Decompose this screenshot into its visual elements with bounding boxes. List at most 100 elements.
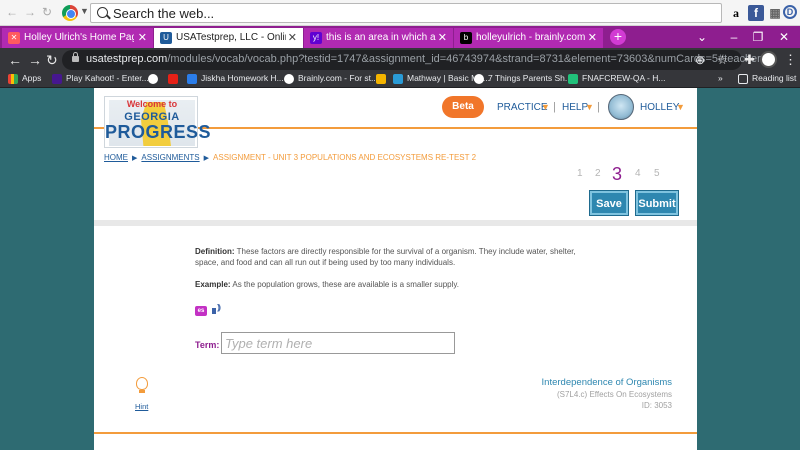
- hint-link[interactable]: Hint: [135, 402, 148, 411]
- chevron-down-icon[interactable]: ▼: [585, 102, 594, 112]
- bookmark-brainly[interactable]: Brainly.com - For st...: [284, 73, 379, 84]
- breadcrumb-assignments[interactable]: ASSIGNMENTS: [141, 153, 199, 162]
- bookmarks-overflow-icon[interactable]: »: [718, 73, 723, 83]
- bookmark-fnafcrew[interactable]: FNAFCREW-QA - H...: [568, 73, 666, 84]
- tab-label: holleyulrich - brainly.com: [476, 32, 586, 43]
- extension-d-icon[interactable]: D: [783, 5, 797, 19]
- apps-grid-icon: [8, 74, 18, 84]
- submit-button[interactable]: Submit: [635, 190, 679, 216]
- tab-label: USATestprep, LLC - Online State-: [176, 32, 286, 43]
- bookmark-label: FNAFCREW-QA - H...: [582, 73, 666, 83]
- bookmark-label: Reading list: [752, 73, 797, 83]
- github-icon: [148, 74, 158, 84]
- bookmark-label: 7 Things Parents Sh...: [488, 73, 572, 83]
- tab-yahoo-answer[interactable]: y! this is an area in which an organi ✕: [304, 28, 454, 48]
- pager-page-current[interactable]: 3: [612, 164, 622, 185]
- reload-icon[interactable]: ↻: [46, 52, 58, 69]
- amazon-icon[interactable]: a: [728, 5, 744, 21]
- logo-progress-text: PROGRESS: [105, 122, 212, 142]
- bookmark-7-things[interactable]: 7 Things Parents Sh...: [474, 73, 572, 84]
- profile-avatar[interactable]: [760, 51, 777, 68]
- lightbulb-icon[interactable]: [135, 377, 149, 395]
- example-label: Example:: [195, 280, 231, 289]
- chevron-down-icon[interactable]: ▼: [676, 102, 685, 112]
- tab-label: Holley Ulrich's Home Page: [24, 32, 134, 43]
- back-icon[interactable]: ←: [8, 52, 22, 68]
- pager-page-2[interactable]: 2: [595, 168, 601, 179]
- reading-list-icon: [738, 74, 748, 84]
- footer-divider: [94, 432, 697, 434]
- grid-icon[interactable]: ▦: [767, 5, 783, 21]
- host-toolbar: ← → ↻ ▼ Search the web... a f ▦ D: [0, 0, 800, 26]
- window-close-icon[interactable]: ✕: [768, 26, 800, 48]
- breadcrumb-arrow-icon: ▶: [203, 155, 210, 162]
- bookmark-apps[interactable]: Apps: [8, 73, 41, 84]
- example-text: As the population grows, these are avail…: [232, 280, 459, 289]
- chevron-down-icon[interactable]: ▼: [80, 6, 89, 16]
- bookmark-label: Brainly.com - For st...: [298, 73, 379, 83]
- chrome-logo-icon[interactable]: [62, 5, 78, 21]
- tab-usatestprep[interactable]: U USATestprep, LLC - Online State- ✕: [154, 28, 304, 48]
- extensions-puzzle-icon[interactable]: ✚: [744, 52, 755, 68]
- mathway-icon: [393, 74, 403, 84]
- georgia-progress-logo[interactable]: Welcome to GEORGIA PROGRESS: [104, 96, 212, 148]
- speaker-icon[interactable]: [211, 303, 225, 317]
- spanish-translate-icon[interactable]: es: [195, 306, 207, 316]
- url-path: /modules/vocab/vocab.php?testid=1747&ass…: [167, 53, 761, 65]
- topic-id: ID: 3053: [641, 401, 672, 410]
- forward-icon[interactable]: →: [28, 52, 42, 68]
- host-forward-icon[interactable]: →: [24, 5, 36, 19]
- term-label: Term:: [195, 340, 220, 350]
- host-back-icon[interactable]: ←: [6, 5, 18, 19]
- definition-block: Definition: These factors are directly r…: [195, 246, 590, 268]
- close-icon[interactable]: ✕: [588, 31, 597, 44]
- topic-title: Interdependence of Organisms: [541, 377, 672, 388]
- term-input[interactable]: [221, 332, 455, 354]
- definition-text: These factors are directly responsible f…: [195, 247, 576, 267]
- breadcrumb-current: ASSIGNMENT - UNIT 3 POPULATIONS AND ECOS…: [213, 153, 477, 162]
- beta-button[interactable]: Beta: [442, 96, 484, 118]
- host-search-box[interactable]: Search the web...: [90, 3, 722, 23]
- bookmark-label: Play Kahoot! - Enter...: [66, 73, 149, 83]
- url-text[interactable]: usatestprep.com/modules/vocab/vocab.php?…: [86, 53, 761, 65]
- breadcrumb: HOME ▶ ASSIGNMENTS ▶ ASSIGNMENT - UNIT 3 POP…: [104, 153, 476, 162]
- pager-page-4[interactable]: 4: [635, 168, 641, 179]
- close-icon[interactable]: ✕: [138, 31, 147, 44]
- tab-holley-home[interactable]: ✕ Holley Ulrich's Home Page ✕: [2, 28, 154, 48]
- nav-practice[interactable]: PRACTICE: [497, 102, 548, 113]
- nav-user-name[interactable]: HOLLEY: [640, 102, 679, 113]
- zoom-icon[interactable]: ⊕: [695, 53, 705, 67]
- pager-page-5[interactable]: 5: [654, 168, 660, 179]
- lock-icon: [72, 52, 79, 62]
- page-content: Welcome to GEORGIA PROGRESS Beta PRACTIC…: [94, 88, 697, 450]
- chevron-down-icon[interactable]: ▼: [541, 102, 550, 112]
- tab-favicon-icon: U: [160, 32, 172, 44]
- tab-brainly[interactable]: b holleyulrich - brainly.com ✕: [454, 28, 604, 48]
- host-search-placeholder: Search the web...: [113, 6, 215, 21]
- close-icon[interactable]: ✕: [288, 31, 297, 44]
- bookmark-kahoot[interactable]: Play Kahoot! - Enter...: [52, 73, 149, 84]
- facebook-icon[interactable]: f: [748, 5, 764, 21]
- site-header: Welcome to GEORGIA PROGRESS Beta PRACTIC…: [94, 88, 697, 148]
- pager-page-1[interactable]: 1: [577, 168, 583, 179]
- tab-strip: ✕ Holley Ulrich's Home Page ✕ U USATestp…: [0, 26, 800, 48]
- tab-label: this is an area in which an organi: [326, 32, 436, 43]
- example-block: Example: As the population grows, these …: [195, 280, 590, 289]
- topic-standard: (S7L4.c) Effects On Ecosystems: [556, 390, 672, 399]
- user-avatar[interactable]: [608, 94, 634, 120]
- bookmark-star-icon[interactable]: ☆: [717, 53, 728, 67]
- bookmark-jiskha[interactable]: Jiskha Homework H...: [187, 73, 284, 84]
- kahoot-icon: [52, 74, 62, 84]
- logo-welcome-text: Welcome to: [126, 99, 178, 109]
- tab-search-icon[interactable]: ⌄: [686, 26, 718, 48]
- brainly-icon: b: [460, 32, 472, 44]
- host-refresh-icon[interactable]: ↻: [42, 5, 52, 19]
- bookmark-reading-list[interactable]: Reading list: [738, 73, 797, 84]
- save-button[interactable]: Save: [589, 190, 629, 216]
- omnibox[interactable]: usatestprep.com/modules/vocab/vocab.php?…: [62, 50, 761, 70]
- menu-kebab-icon[interactable]: ⋮: [784, 52, 797, 68]
- new-tab-button[interactable]: +: [610, 29, 626, 45]
- close-icon[interactable]: ✕: [438, 31, 447, 44]
- breadcrumb-home[interactable]: HOME: [104, 153, 128, 162]
- definition-label: Definition:: [195, 247, 235, 256]
